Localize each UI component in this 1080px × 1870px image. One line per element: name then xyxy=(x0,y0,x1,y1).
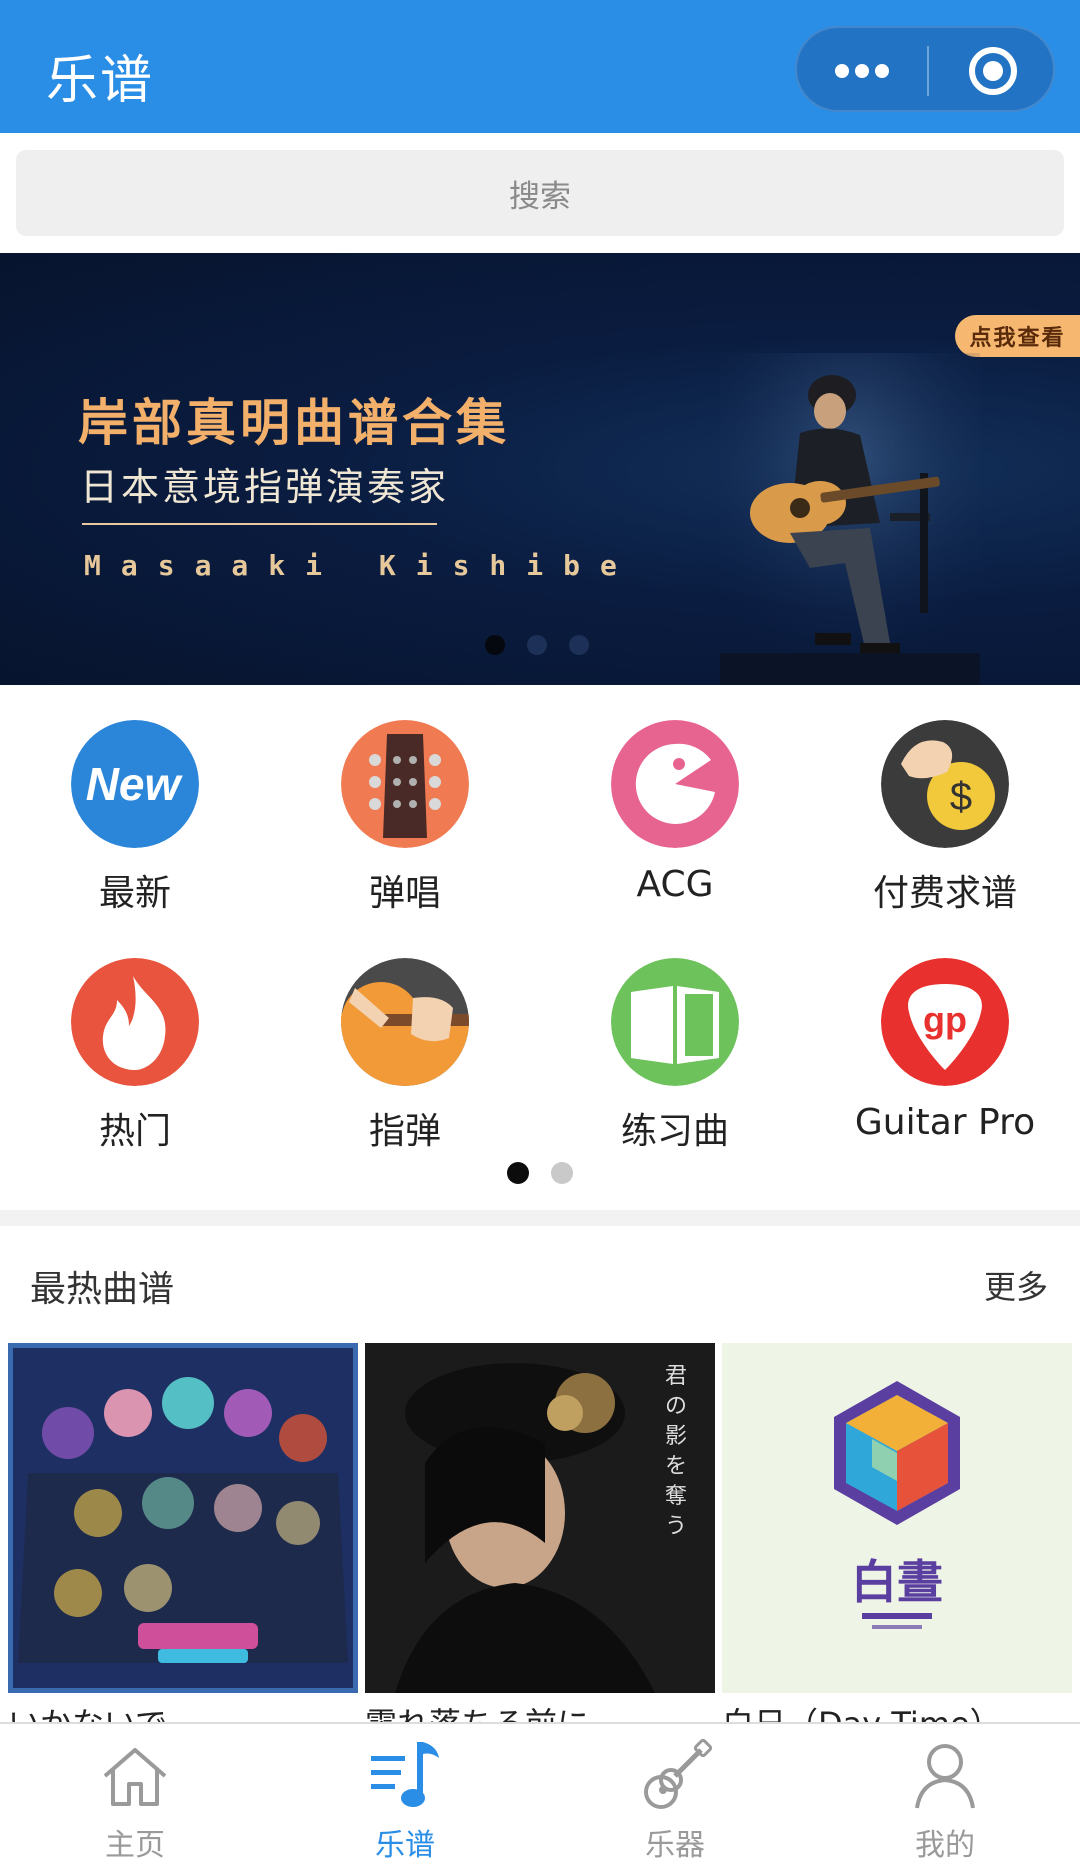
banner-dot-2[interactable] xyxy=(527,635,547,655)
category-hot[interactable]: 热门 xyxy=(0,958,270,1158)
banner-pagination xyxy=(485,635,589,655)
book-icon xyxy=(611,958,739,1086)
category-label: 付费求谱 xyxy=(872,873,1017,914)
banner-carousel[interactable]: 岸部真明曲谱合集 日本意境指弹演奏家 Masaaki Kishibe 点我查看 xyxy=(0,253,1080,685)
hot-score-list: いかないで 君 の 影 を 奪 う 零れ落ちる前に 白晝 白日（Day Time… xyxy=(8,1343,1072,1729)
svg-text:奪: 奪 xyxy=(665,1484,687,1509)
score-cover-image: 白晝 xyxy=(722,1343,1072,1693)
category-label: 热门 xyxy=(98,1111,171,1152)
flame-icon xyxy=(71,958,199,1086)
tab-label: 乐谱 xyxy=(375,1828,435,1863)
category-guitar-pro[interactable]: gp Guitar Pro xyxy=(810,958,1080,1158)
svg-text:の: の xyxy=(665,1394,687,1419)
score-cover-image: 君 の 影 を 奪 う xyxy=(365,1343,715,1693)
score-card[interactable]: 白晝 白日（Day Time） xyxy=(722,1343,1072,1729)
top-bar: 乐谱 xyxy=(0,0,1080,133)
svg-text:$: $ xyxy=(950,775,972,819)
guitar-icon xyxy=(644,1738,713,1809)
new-icon: New xyxy=(71,720,199,848)
score-cover-image xyxy=(8,1343,358,1693)
user-icon xyxy=(915,1744,975,1809)
category-page-dot-1[interactable] xyxy=(507,1162,529,1184)
tab-music-score[interactable]: 乐谱 xyxy=(270,1724,540,1870)
page-title: 乐谱 xyxy=(46,51,155,111)
category-sing[interactable]: 弹唱 xyxy=(270,720,540,920)
category-label: 最新 xyxy=(98,873,171,914)
home-icon xyxy=(103,1748,167,1806)
mini-program-capsule xyxy=(795,26,1055,112)
svg-text:影: 影 xyxy=(665,1424,687,1449)
category-page-dot-2[interactable] xyxy=(551,1162,573,1184)
pacman-icon xyxy=(611,720,739,848)
banner-subtitle: 日本意境指弹演奏家 xyxy=(80,465,450,509)
category-label: 弹唱 xyxy=(368,873,441,914)
svg-text:う: う xyxy=(665,1514,687,1539)
category-label: Guitar Pro xyxy=(854,1102,1036,1143)
section-divider xyxy=(0,1210,1080,1226)
category-acg[interactable]: ACG xyxy=(540,720,810,920)
category-fingerstyle[interactable]: 指弹 xyxy=(270,958,540,1158)
more-button[interactable] xyxy=(797,28,927,114)
search-input[interactable]: 搜索 xyxy=(16,150,1064,236)
guitar-headstock-icon xyxy=(341,720,469,848)
score-card[interactable]: 君 の 影 を 奪 う 零れ落ちる前に xyxy=(365,1343,715,1729)
banner-divider xyxy=(82,523,437,525)
tab-home[interactable]: 主页 xyxy=(0,1724,270,1870)
more-dots-icon xyxy=(835,64,889,78)
svg-text:白晝: 白晝 xyxy=(851,1555,943,1609)
more-link[interactable]: 更多 xyxy=(984,1262,1048,1308)
score-card[interactable]: いかないで xyxy=(8,1343,358,1729)
tab-label: 我的 xyxy=(915,1828,975,1863)
bottom-tab-bar: 主页 乐谱 乐器 我的 xyxy=(0,1722,1080,1870)
tab-label: 乐器 xyxy=(645,1828,705,1863)
category-pagination xyxy=(507,1162,573,1184)
close-button[interactable] xyxy=(929,28,1057,114)
category-label: ACG xyxy=(636,864,714,905)
category-label: 练习曲 xyxy=(620,1111,729,1152)
music-score-icon xyxy=(371,1742,439,1807)
tab-profile[interactable]: 我的 xyxy=(810,1724,1080,1870)
banner-english-name: Masaaki Kishibe xyxy=(84,549,637,582)
category-label: 指弹 xyxy=(368,1111,441,1152)
tab-instruments[interactable]: 乐器 xyxy=(540,1724,810,1870)
banner-view-button[interactable]: 点我查看 xyxy=(955,315,1080,357)
section-title: 最热曲谱 xyxy=(30,1269,175,1310)
banner-dot-3[interactable] xyxy=(569,635,589,655)
tab-label: 主页 xyxy=(105,1828,165,1863)
category-new[interactable]: New 最新 xyxy=(0,720,270,920)
banner-dot-1[interactable] xyxy=(485,635,505,655)
record-target-icon xyxy=(969,47,1017,95)
guitarist-image xyxy=(720,353,980,685)
category-etude[interactable]: 练习曲 xyxy=(540,958,810,1158)
coin-dollar-icon: $ xyxy=(881,720,1009,848)
fingerpick-icon xyxy=(341,958,469,1086)
svg-text:君: 君 xyxy=(665,1364,687,1389)
banner-title: 岸部真明曲谱合集 xyxy=(78,394,510,452)
category-paid-request[interactable]: $ 付费求谱 xyxy=(810,720,1080,920)
gp-pick-icon: gp xyxy=(881,958,1009,1086)
svg-text:を: を xyxy=(665,1454,687,1479)
svg-text:New: New xyxy=(86,758,184,810)
svg-text:gp: gp xyxy=(923,999,967,1040)
